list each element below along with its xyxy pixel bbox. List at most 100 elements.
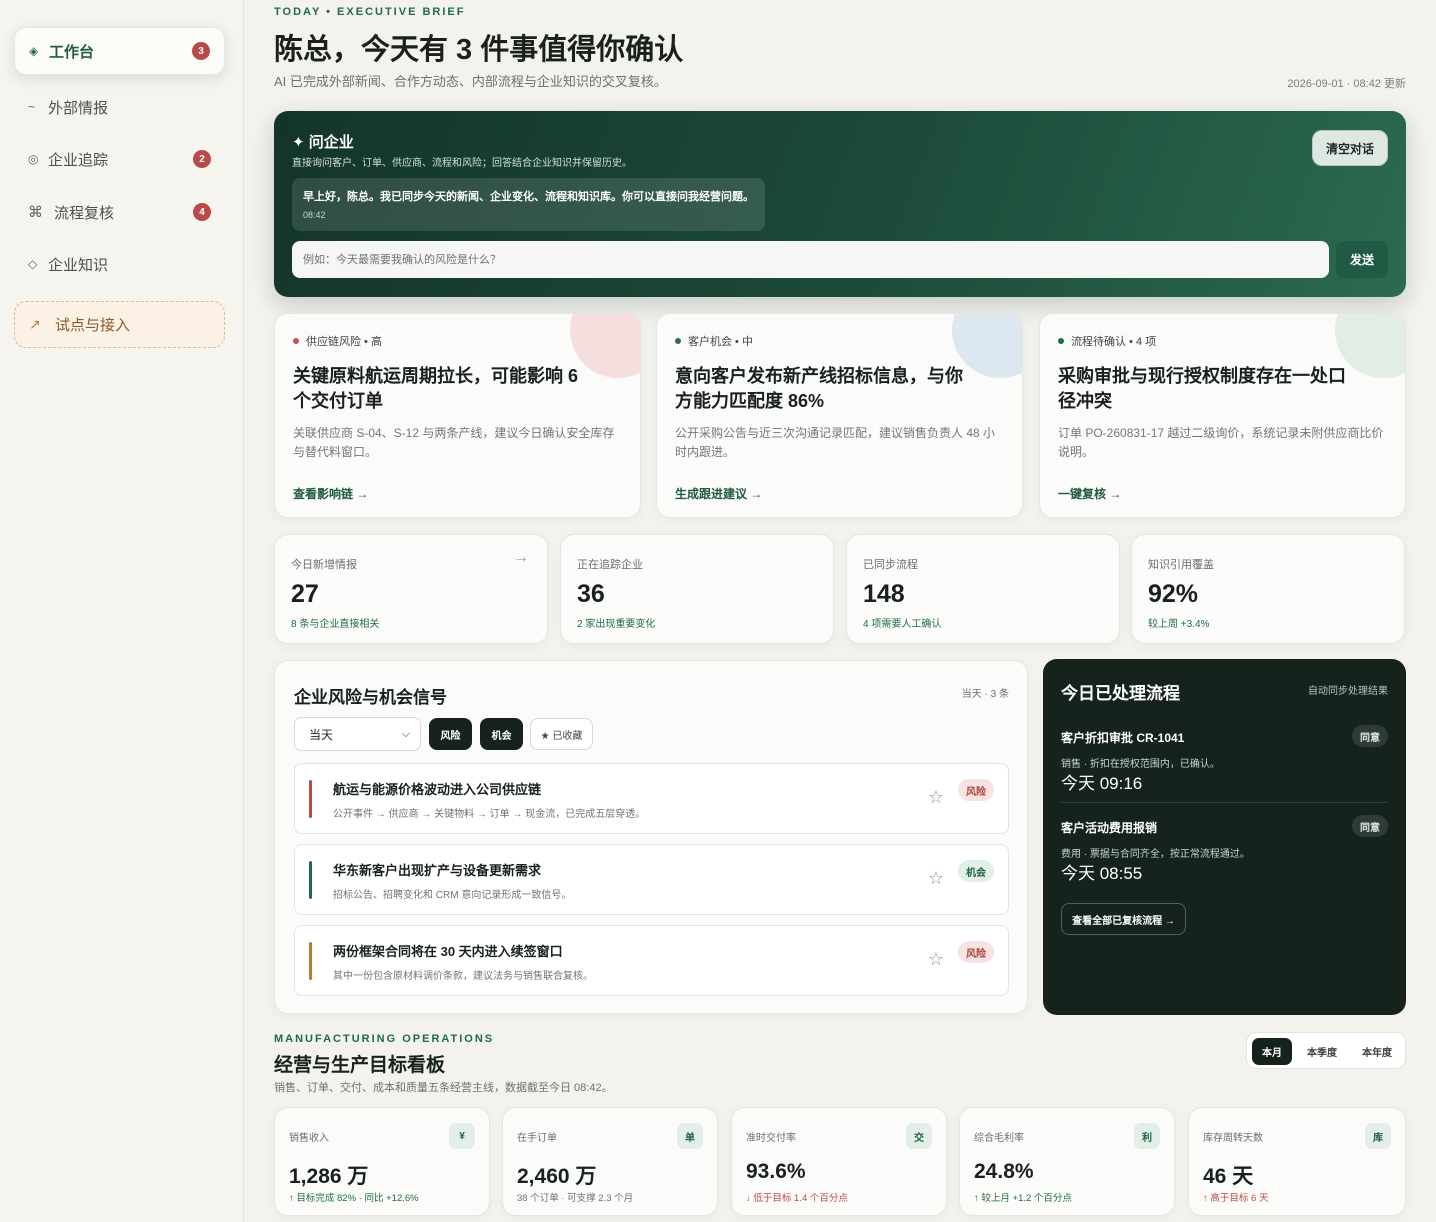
signal-title: 华东新客户出现扩产与设备更新需求 <box>333 863 542 878</box>
delivery-icon: 交 <box>906 1123 932 1149</box>
signals-panel: 企业风险与机会信号 当天 · 3 条 当天 ⌵ 风险 机会 ★ 已收藏 航运与能… <box>274 660 1028 1014</box>
stat-value: 92% <box>1148 580 1199 608</box>
kpi-card-orders[interactable]: 在手订单 单 2,460 万 38 个订单 · 可支撑 2.3 个月 <box>502 1107 718 1216</box>
stat-card-synced-processes[interactable]: 已同步流程 148 4 项需要人工确认 <box>846 534 1120 644</box>
signal-color-bar <box>309 942 312 980</box>
star-icon[interactable]: ☆ <box>928 949 944 970</box>
filter-chip-opportunity[interactable]: 机会 <box>480 718 523 750</box>
period-quarter-tab[interactable]: 本季度 <box>1296 1038 1348 1065</box>
sidebar-item-process-review[interactable]: ⌘ 流程复核 4 <box>14 188 225 236</box>
stat-note: 较上周 +3.4% <box>1148 619 1210 630</box>
brief-tag-text: 供应链风险 • 高 <box>306 336 382 348</box>
clear-chat-button[interactable]: 清空对话 <box>1312 130 1388 166</box>
arrow-up-right-icon: ↗ <box>29 316 41 332</box>
sidebar: ◈ 工作台 3 ~ 外部情报 ◎ 企业追踪 2 ⌘ 流程复核 4 ◇ 企业知识 … <box>0 0 244 1222</box>
brief-title: 关键原料航运周期拉长，可能影响 6 个交付订单 <box>293 366 579 411</box>
signal-item[interactable]: 航运与能源价格波动进入公司供应链 公开事件 → 供应商 → 关键物料 → 订单 … <box>294 763 1009 834</box>
profit-icon: 利 <box>1134 1123 1160 1149</box>
one-click-review-link[interactable]: 一键复核 → <box>1058 485 1121 502</box>
processed-flows-panel: 今日已处理流程 自动同步处理结果 客户折扣审批 CR-1041 销售 · 折扣在… <box>1043 659 1406 1015</box>
stat-value: 27 <box>291 580 319 608</box>
stat-label: 已同步流程 <box>863 559 918 571</box>
brief-tag-text: 客户机会 • 中 <box>688 336 753 348</box>
sidebar-item-label: 工作台 <box>49 43 95 61</box>
ask-input[interactable] <box>292 241 1329 278</box>
status-dot <box>1058 338 1064 344</box>
brief-title: 采购审批与现行授权制度存在一处口径冲突 <box>1058 366 1346 411</box>
kpi-label: 库存周转天数 <box>1203 1133 1263 1144</box>
sidebar-item-workbench[interactable]: ◈ 工作台 3 <box>14 27 225 75</box>
stat-label: 知识引用覆盖 <box>1148 559 1214 571</box>
stat-card-tracked-companies[interactable]: 正在追踪企业 36 2 家出现重要变化 <box>560 534 834 644</box>
period-month-tab[interactable]: 本月 <box>1252 1038 1292 1065</box>
signal-color-bar <box>309 861 312 899</box>
sidebar-item-company-knowledge[interactable]: ◇ 企业知识 <box>14 240 225 288</box>
generate-followup-link[interactable]: 生成跟进建议 → <box>675 485 762 502</box>
inventory-icon: 库 <box>1365 1123 1391 1149</box>
signal-title: 两份框架合同将在 30 天内进入续签窗口 <box>333 944 563 959</box>
signals-title: 企业风险与机会信号 <box>294 688 447 707</box>
ask-panel-subtitle: 直接询问客户、订单、供应商、流程和风险；回答结合企业知识并保留历史。 <box>292 158 632 169</box>
ops-title: 经营与生产目标看板 <box>274 1055 446 1076</box>
ops-subtitle: 销售、订单、交付、成本和质量五条经营主线，数据截至今日 08:42。 <box>274 1082 613 1094</box>
flow-time: 今天 08:55 <box>1061 864 1143 883</box>
signal-description: 其中一份包含原材料调价条款，建议法务与销售联合复核。 <box>333 971 593 982</box>
stat-label: 今日新增情报 <box>291 559 357 571</box>
kpi-card-revenue[interactable]: 销售收入 ¥ 1,286 万 ↑ 目标完成 82% · 同比 +12.6% <box>274 1107 490 1216</box>
flow-title: 客户折扣审批 CR-1041 <box>1061 731 1185 745</box>
status-dot <box>293 338 299 344</box>
kpi-value: 1,286 万 <box>289 1165 369 1188</box>
view-all-reviewed-button[interactable]: 查看全部已复核流程 → <box>1061 903 1186 935</box>
kpi-label: 综合毛利率 <box>974 1133 1024 1144</box>
view-impact-chain-link[interactable]: 查看影响链 → <box>293 485 368 502</box>
signal-item[interactable]: 华东新客户出现扩产与设备更新需求 招标公告、招聘变化和 CRM 意向记录形成一致… <box>294 844 1009 915</box>
ops-eyebrow: MANUFACTURING OPERATIONS <box>274 1033 495 1045</box>
brief-tag: 供应链风险 • 高 <box>293 333 382 349</box>
stat-card-new-intel[interactable]: 今日新增情报 → 27 8 条与企业直接相关 <box>274 534 548 644</box>
signal-description: 招标公告、招聘变化和 CRM 意向记录形成一致信号。 <box>333 890 572 901</box>
count-badge: 2 <box>193 150 211 168</box>
signal-tag: 风险 <box>958 941 994 963</box>
kpi-card-on-time-delivery[interactable]: 准时交付率 交 93.6% ↓ 低于目标 1.4 个百分点 <box>731 1107 947 1216</box>
signal-color-bar <box>309 780 312 818</box>
star-icon[interactable]: ☆ <box>928 787 944 808</box>
flow-item[interactable]: 客户活动费用报销 费用 · 票据与合同齐全，按正常流程通过。 今天 08:55 … <box>1061 807 1388 898</box>
count-badge: 4 <box>193 203 211 221</box>
sidebar-item-label: 企业追踪 <box>48 151 109 169</box>
brief-description: 公开采购公告与近三次沟通记录匹配，建议销售负责人 48 小时内跟进。 <box>675 426 996 459</box>
send-button[interactable]: 发送 <box>1336 241 1388 278</box>
kpi-value: 46 天 <box>1203 1165 1254 1188</box>
signal-item[interactable]: 两份框架合同将在 30 天内进入续签窗口 其中一份包含原材料调价条款，建议法务与… <box>294 925 1009 996</box>
kpi-card-inventory-turnover[interactable]: 库存周转天数 库 46 天 ↑ 高于目标 6 天 <box>1188 1107 1406 1216</box>
flow-title: 客户活动费用报销 <box>1061 821 1158 835</box>
assistant-message: 早上好，陈总。我已同步今天的新闻、企业变化、流程和知识库。你可以直接问我经营问题… <box>292 178 765 231</box>
kpi-note: ↓ 低于目标 1.4 个百分点 <box>746 1193 848 1204</box>
filter-chip-risk[interactable]: 风险 <box>429 718 472 750</box>
sidebar-item-label: 企业知识 <box>48 256 109 274</box>
flows-title: 今日已处理流程 <box>1061 684 1180 703</box>
signal-tag: 机会 <box>958 860 994 882</box>
brief-card-supply-risk: 供应链风险 • 高 关键原料航运周期拉长，可能影响 6 个交付订单 关联供应商 … <box>274 313 641 518</box>
kpi-card-gross-margin[interactable]: 综合毛利率 利 24.8% ↑ 较上月 +1.2 个百分点 <box>959 1107 1175 1216</box>
sidebar-item-external-intel[interactable]: ~ 外部情报 <box>14 83 225 131</box>
message-time: 08:42 <box>303 210 326 220</box>
period-year-tab[interactable]: 本年度 <box>1351 1038 1403 1065</box>
stat-card-knowledge-coverage[interactable]: 知识引用覆盖 92% 较上周 +3.4% <box>1131 534 1405 644</box>
page-title: 陈总，今天有 3 件事值得你确认 <box>274 34 684 66</box>
arrow-right-icon: → <box>513 549 529 566</box>
select-value: 当天 <box>309 727 334 742</box>
filter-chip-starred[interactable]: ★ 已收藏 <box>530 718 593 750</box>
star-icon[interactable]: ☆ <box>928 868 944 889</box>
brief-card-customer-opportunity: 客户机会 • 中 意向客户发布新产线招标信息，与你方能力匹配度 86% 公开采购… <box>656 313 1023 518</box>
yen-icon: ¥ <box>449 1123 475 1149</box>
date-range-select[interactable]: 当天 ⌵ <box>294 717 421 751</box>
brief-title: 意向客户发布新产线招标信息，与你方能力匹配度 86% <box>675 366 963 411</box>
sidebar-item-pilot[interactable]: ↗ 试点与接入 <box>14 301 225 348</box>
brief-tag: 流程待确认 • 4 项 <box>1058 333 1156 349</box>
flow-status-badge: 同意 <box>1352 815 1388 837</box>
sidebar-item-label: 试点与接入 <box>55 317 131 334</box>
brief-tag: 客户机会 • 中 <box>675 333 753 349</box>
sidebar-item-company-tracking[interactable]: ◎ 企业追踪 2 <box>14 135 225 183</box>
flow-status-badge: 同意 <box>1352 725 1388 747</box>
flow-item[interactable]: 客户折扣审批 CR-1041 销售 · 折扣在授权范围内，已确认。 今天 09:… <box>1061 717 1388 808</box>
